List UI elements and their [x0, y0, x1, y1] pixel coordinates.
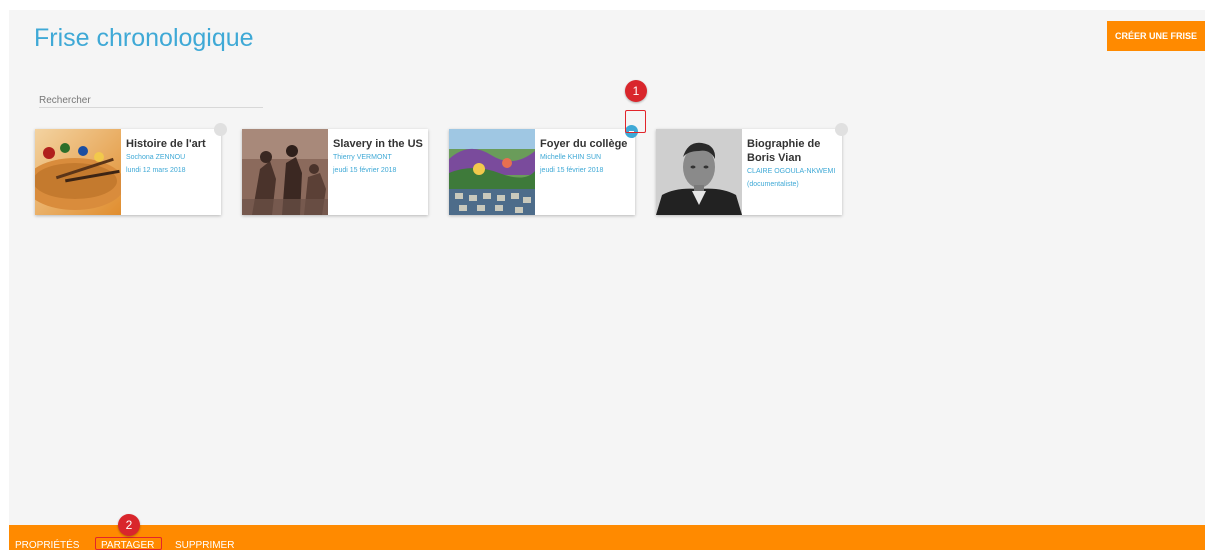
delete-button[interactable]: SUPPRIMER [175, 541, 234, 550]
page-title: Frise chronologique [34, 24, 254, 52]
card-date: jeudi 15 février 2018 [333, 167, 397, 174]
card-action-icon[interactable] [835, 123, 848, 136]
card-thumbnail [35, 129, 121, 215]
card-author: CLAIRE OGOULA-NKWEMI (documentaliste) [747, 168, 836, 188]
card-date: jeudi 15 février 2018 [540, 167, 604, 174]
card-title: Slavery in the US [333, 138, 423, 150]
timeline-card-foyer[interactable]: Foyer du collège Michelle KHIN SUN jeudi… [449, 125, 638, 215]
card-author: Michelle KHIN SUN [540, 154, 602, 161]
card-thumbnail [242, 129, 328, 215]
annotation-highlight-2 [95, 537, 162, 550]
card-thumbnail [656, 129, 742, 215]
card-title: Histoire de l'art [126, 138, 206, 150]
card-author: Thierry VERMONT [333, 154, 392, 161]
card-action-icon[interactable] [214, 123, 227, 136]
timeline-card-histoire-art[interactable]: Histoire de l'art Sochona ZENNOU lundi 1… [35, 123, 227, 215]
bottom-action-bar: PROPRIÉTÉS PARTAGER SUPPRIMER [9, 525, 1205, 550]
timeline-card-slavery[interactable]: Slavery in the US Thierry VERMONT jeudi … [242, 129, 428, 215]
annotation-marker-1: 1 [625, 80, 647, 102]
page: Frise chronologique CRÉER UNE FRISE Rech… [0, 0, 1205, 550]
card-date: lundi 12 mars 2018 [126, 167, 186, 174]
annotation-highlight-1 [625, 110, 646, 133]
card-title: Foyer du collège [540, 138, 628, 150]
create-timeline-button[interactable]: CRÉER UNE FRISE [1107, 21, 1205, 51]
annotation-marker-2: 2 [118, 514, 140, 536]
search-field[interactable] [39, 90, 263, 108]
timeline-card-boris-vian[interactable]: Biographie de Boris Vian CLAIRE OGOULA-N… [656, 123, 848, 215]
card-title: Biographie de Boris Vian [747, 138, 821, 164]
card-author: Sochona ZENNOU [126, 154, 186, 161]
main-panel: Frise chronologique CRÉER UNE FRISE Rech… [9, 10, 1205, 525]
properties-button[interactable]: PROPRIÉTÉS [15, 541, 79, 550]
card-thumbnail [449, 129, 535, 215]
search-input[interactable] [39, 93, 263, 106]
